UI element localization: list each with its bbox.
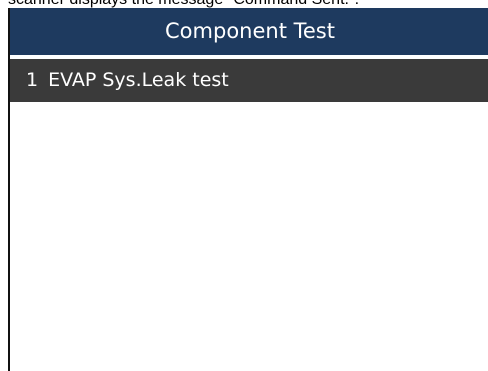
title-bar: Component Test <box>10 8 488 55</box>
list-item-evap-leak-test[interactable]: 1 EVAP Sys.Leak test <box>10 59 488 102</box>
page: scanner displays the message "Command Se… <box>0 0 488 371</box>
component-test-list: 1 EVAP Sys.Leak test <box>10 59 488 102</box>
list-item-label: EVAP Sys.Leak test <box>48 69 229 91</box>
screen-title: Component Test <box>165 19 335 43</box>
scanner-screen: Component Test 1 EVAP Sys.Leak test <box>8 8 488 371</box>
list-item-number: 1 <box>26 69 39 91</box>
